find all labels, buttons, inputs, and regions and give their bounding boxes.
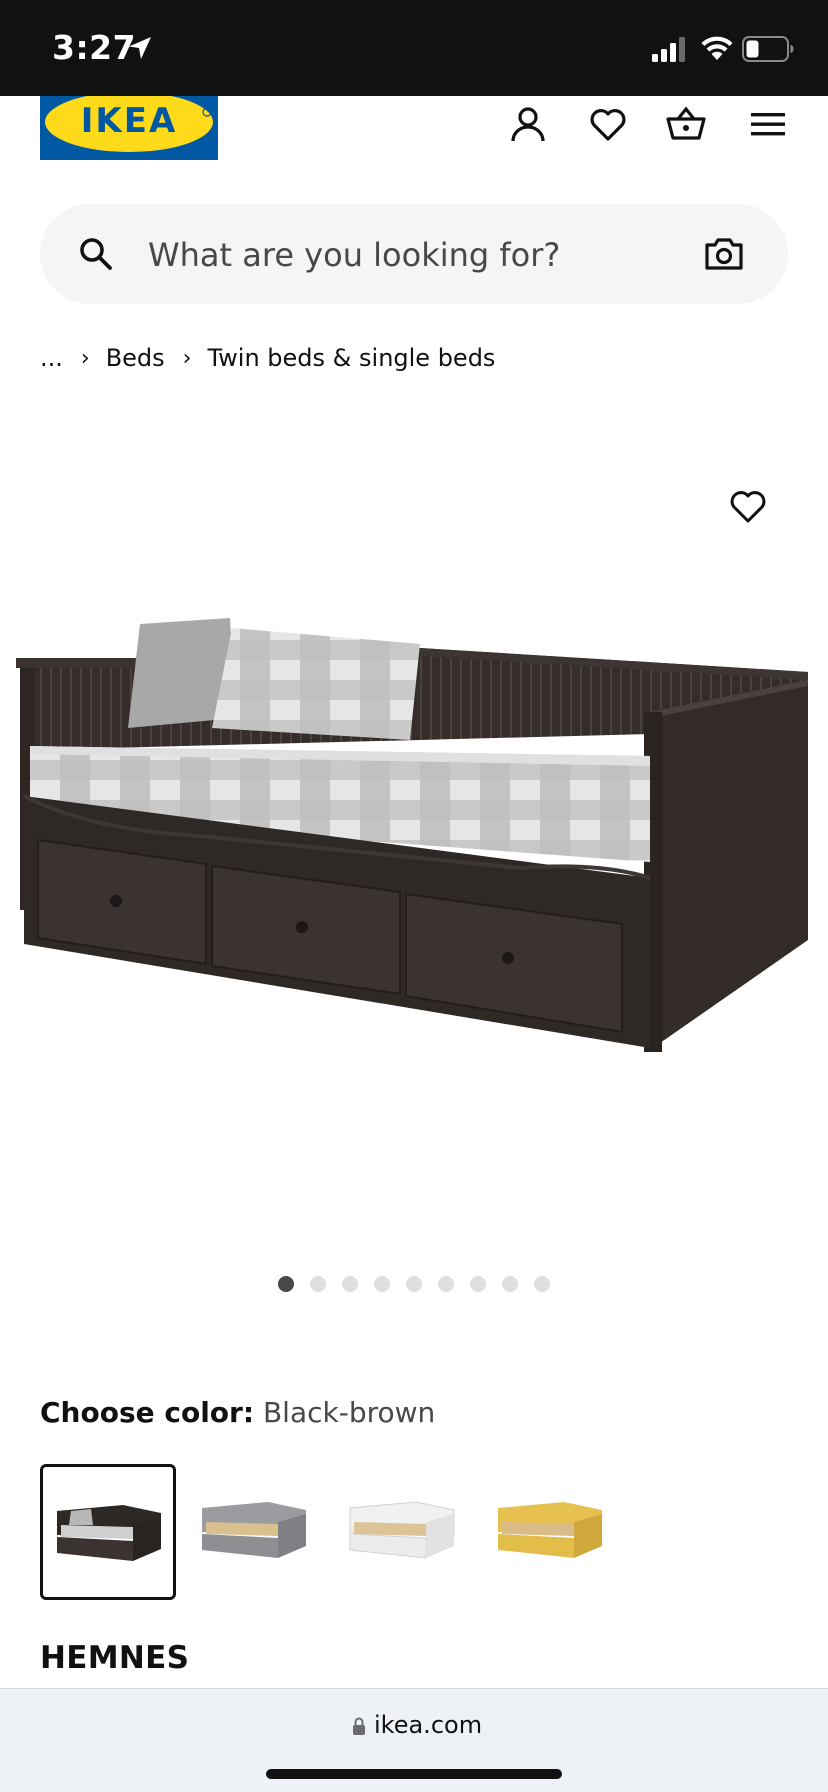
carousel-dot[interactable] xyxy=(374,1276,390,1292)
menu-hamburger-icon[interactable] xyxy=(748,104,788,144)
search-bar[interactable] xyxy=(40,204,788,304)
search-icon[interactable] xyxy=(78,236,114,272)
ikea-logo-text: IKEA xyxy=(80,101,178,141)
browser-url-bar[interactable]: ikea.com xyxy=(0,1688,828,1792)
choose-color-heading: Choose color: Black-brown xyxy=(40,1396,435,1429)
search-input[interactable] xyxy=(146,226,690,284)
wifi-icon xyxy=(701,36,733,60)
carousel-dot[interactable] xyxy=(342,1276,358,1292)
home-indicator xyxy=(266,1769,562,1779)
url-text[interactable]: ikea.com xyxy=(374,1711,482,1739)
image-carousel-dots xyxy=(0,1276,828,1294)
favourites-heart-icon[interactable] xyxy=(588,104,628,144)
carousel-dot[interactable] xyxy=(406,1276,422,1292)
daybed-thumbnail-gray xyxy=(202,1502,306,1558)
status-time: 3:27 xyxy=(52,28,137,67)
add-to-favourites-heart-icon[interactable] xyxy=(728,486,768,526)
choose-color-label: Choose color: xyxy=(40,1396,255,1429)
daybed-thumbnail-black-brown xyxy=(57,1505,161,1561)
daybed-thumbnail-white xyxy=(349,1501,455,1559)
location-arrow-icon xyxy=(129,37,151,59)
breadcrumb: ... › Beds › Twin beds & single beds xyxy=(40,340,495,376)
chevron-right-icon: › xyxy=(80,345,90,371)
status-bar: 3:27 xyxy=(0,0,828,96)
ikea-logo[interactable]: IKEA xyxy=(40,96,218,160)
chevron-right-icon: › xyxy=(182,345,192,371)
breadcrumb-twin-single-beds[interactable]: Twin beds & single beds xyxy=(207,344,495,372)
breadcrumb-beds[interactable]: Beds xyxy=(106,344,165,372)
carousel-dot[interactable] xyxy=(278,1276,294,1292)
carousel-dot[interactable] xyxy=(534,1276,550,1292)
camera-visual-search-icon[interactable] xyxy=(704,236,744,272)
selected-color-value: Black-brown xyxy=(262,1396,436,1429)
battery-icon xyxy=(742,36,794,62)
color-swatch-black-brown[interactable] xyxy=(40,1464,176,1600)
shopping-basket-icon[interactable] xyxy=(666,104,706,144)
product-image-daybed[interactable] xyxy=(0,600,828,1070)
color-swatch-yellow[interactable] xyxy=(484,1464,620,1600)
color-swatch-white[interactable] xyxy=(336,1464,472,1600)
daybed-thumbnail-yellow xyxy=(498,1502,602,1558)
color-swatch-gray[interactable] xyxy=(188,1464,324,1600)
signal-icon xyxy=(652,37,685,62)
carousel-dot[interactable] xyxy=(470,1276,486,1292)
account-icon[interactable] xyxy=(508,104,548,144)
carousel-dot[interactable] xyxy=(502,1276,518,1292)
carousel-dot[interactable] xyxy=(438,1276,454,1292)
page: 3:27 IKEA What are you looking for? ... … xyxy=(0,0,828,1792)
lock-icon xyxy=(353,1717,365,1735)
product-name: HEMNES xyxy=(40,1640,190,1676)
breadcrumb-ellipsis[interactable]: ... xyxy=(40,344,63,372)
carousel-dot[interactable] xyxy=(310,1276,326,1292)
